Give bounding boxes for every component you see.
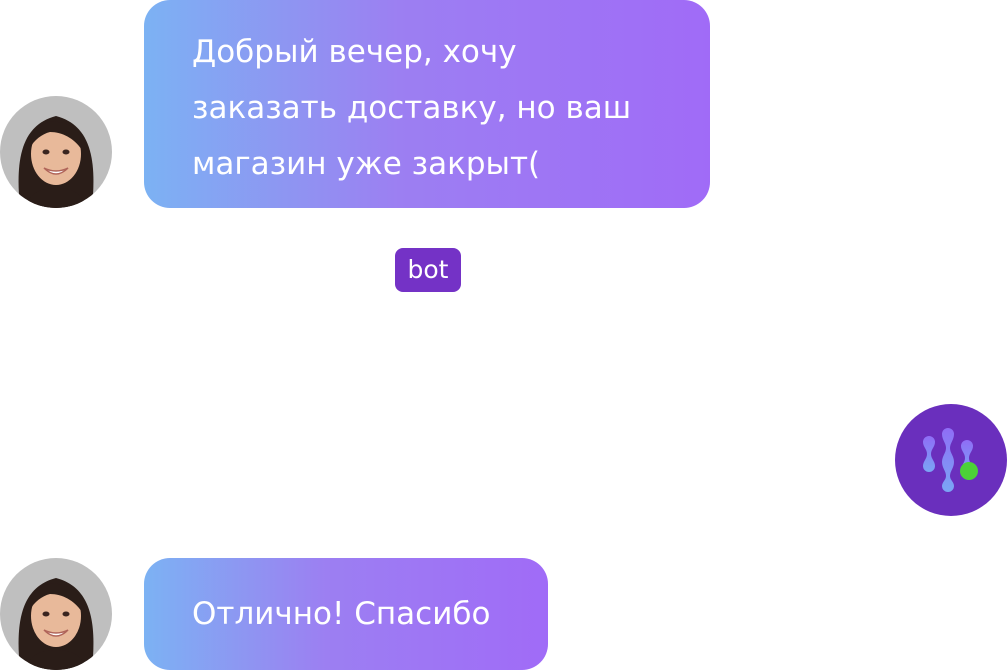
bot-logo-icon bbox=[923, 428, 978, 492]
message-text: Отлично! Спасибо bbox=[192, 596, 491, 632]
user-avatar bbox=[0, 96, 112, 208]
message-bubble-user: Добрый вечер, хочу заказать доставку, но… bbox=[144, 0, 710, 208]
user-avatar-icon bbox=[0, 558, 112, 670]
message-bubble-user: Отлично! Спасибо bbox=[144, 558, 548, 670]
bot-avatar bbox=[895, 404, 1007, 516]
user-avatar-icon bbox=[0, 96, 112, 208]
message-text: Добрый вечер, хочу заказать доставку, но… bbox=[192, 34, 632, 182]
online-status-dot bbox=[960, 462, 978, 480]
bot-label-badge: bot bbox=[395, 248, 461, 292]
user-avatar bbox=[0, 558, 112, 670]
